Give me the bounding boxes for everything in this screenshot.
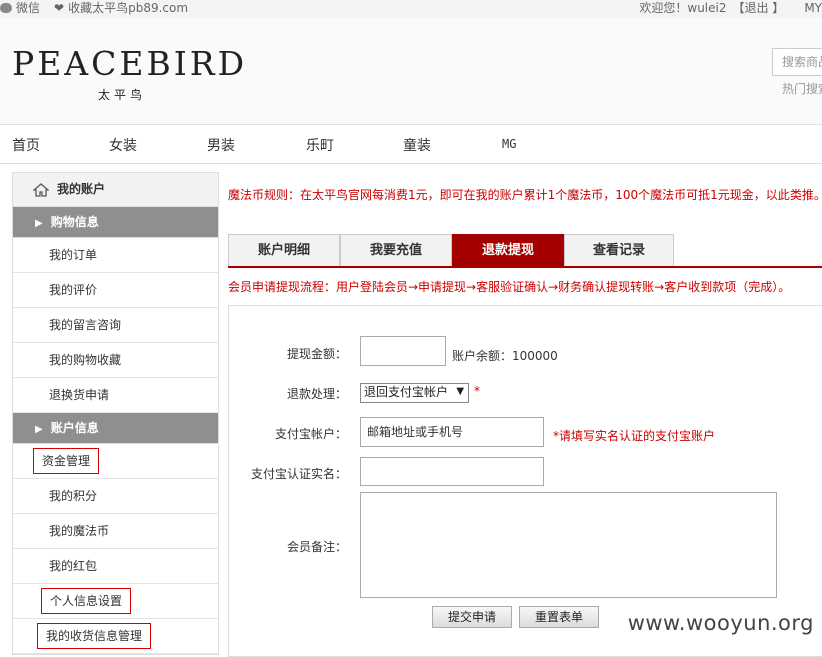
- highlight-box: 个人信息设置: [41, 588, 132, 614]
- logo-subtitle: 太平鸟: [98, 88, 147, 102]
- balance-text: 账户余额：100000: [452, 349, 558, 363]
- sidebar-header[interactable]: 我的账户: [13, 173, 218, 207]
- triangle-right-icon: ▶: [35, 218, 43, 229]
- nav-item-leting[interactable]: 乐町: [306, 135, 334, 155]
- tab-view-records[interactable]: 查看记录: [564, 234, 674, 266]
- wechat-icon: [0, 3, 12, 13]
- tab-refund-withdraw[interactable]: 退款提现: [452, 234, 564, 266]
- remark-label: 会员备注：: [286, 540, 347, 554]
- sidebar-item-red-packets[interactable]: 我的红包: [13, 549, 218, 584]
- sidebar-item-reviews[interactable]: 我的评价: [13, 273, 218, 308]
- remark-textarea[interactable]: [360, 492, 777, 598]
- hot-search-label: 热门搜索: [782, 82, 822, 96]
- triangle-right-icon: ▶: [35, 424, 43, 435]
- sidebar-item-messages[interactable]: 我的留言咨询: [13, 308, 218, 343]
- reset-button[interactable]: 重置表单: [519, 606, 599, 628]
- logout-link[interactable]: 【退出 】: [732, 0, 784, 16]
- amount-label: 提现金额：: [286, 347, 347, 361]
- account-sidebar: 我的账户 ▶ 购物信息 我的订单 我的评价 我的留言咨询 我的购物收藏 退换货申请…: [12, 172, 219, 655]
- submit-button[interactable]: 提交申请: [432, 606, 512, 628]
- alipay-account-input[interactable]: 邮箱地址或手机号: [360, 417, 544, 447]
- nav-item-mg[interactable]: MG: [502, 137, 516, 151]
- sidebar-section-account[interactable]: ▶ 账户信息: [13, 413, 218, 444]
- highlight-box: 资金管理: [33, 448, 100, 474]
- top-bar: 微信 ❤ 收藏太平鸟pb89.com 欢迎您！wulei2 【退出 】 MY: [0, 0, 822, 18]
- realname-input[interactable]: [360, 457, 544, 486]
- nav-item-men[interactable]: 男装: [207, 135, 235, 155]
- heart-icon: ❤: [54, 1, 65, 15]
- account-tabs: 账户明细 我要充值 退款提现 查看记录: [228, 234, 822, 268]
- withdraw-flow-text: 会员申请提现流程：用户登陆会员→申请提现→客服验证确认→财务确认提现转账→客户收…: [228, 280, 791, 294]
- sidebar-item-profile[interactable]: 个人信息设置: [13, 584, 218, 619]
- wechat-link[interactable]: 微信: [0, 0, 40, 16]
- sidebar-item-orders[interactable]: 我的订单: [13, 238, 218, 273]
- refund-label: 退款处理：: [286, 387, 347, 401]
- dropdown-arrow-icon: ▼: [456, 386, 465, 397]
- sidebar-item-magic-coins[interactable]: 我的魔法币: [13, 514, 218, 549]
- favorite-link[interactable]: ❤ 收藏太平鸟pb89.com: [54, 0, 188, 16]
- sidebar-item-favorites[interactable]: 我的购物收藏: [13, 343, 218, 378]
- house-icon: [33, 182, 49, 197]
- sidebar-item-funds[interactable]: 资金管理: [13, 444, 218, 479]
- withdraw-form: 提现金额： 账户余额：100000 退款处理： 退回支付宝帐户 ▼ * 支付宝帐户…: [228, 305, 822, 657]
- logo[interactable]: PEACEBIRD: [12, 44, 247, 83]
- site-header: PEACEBIRD 太平鸟 搜索商品 热门搜索: [0, 18, 822, 125]
- my-link[interactable]: MY: [804, 0, 822, 16]
- sidebar-item-points[interactable]: 我的积分: [13, 479, 218, 514]
- main-nav: 首页 女装 男装 乐町 童装 MG: [0, 125, 822, 164]
- magic-coin-rules: 魔法币规则：在太平鸟官网每消费1元，即可在我的账户累计1个魔法币，100个魔法币…: [228, 188, 822, 202]
- highlight-box: 我的收货信息管理: [37, 623, 152, 649]
- nav-item-women[interactable]: 女装: [109, 135, 137, 155]
- refund-method-select[interactable]: 退回支付宝帐户 ▼: [360, 383, 470, 403]
- sidebar-section-shopping[interactable]: ▶ 购物信息: [13, 207, 218, 238]
- tab-account-details[interactable]: 账户明细: [228, 234, 340, 266]
- alipay-hint: *请填写实名认证的支付宝账户: [553, 429, 716, 443]
- nav-item-kids[interactable]: 童装: [403, 135, 431, 155]
- amount-input[interactable]: [360, 336, 446, 366]
- tab-recharge[interactable]: 我要充值: [340, 234, 452, 266]
- search-input[interactable]: 搜索商品: [772, 48, 822, 76]
- welcome-text: 欢迎您！wulei2: [639, 1, 727, 15]
- sidebar-item-returns[interactable]: 退换货申请: [13, 378, 218, 413]
- realname-label: 支付宝认证实名：: [250, 467, 347, 481]
- nav-item-home[interactable]: 首页: [12, 135, 40, 155]
- watermark: www.wooyun.org: [627, 611, 814, 635]
- required-mark: *: [474, 384, 480, 398]
- alipay-account-label: 支付宝帐户：: [274, 427, 347, 441]
